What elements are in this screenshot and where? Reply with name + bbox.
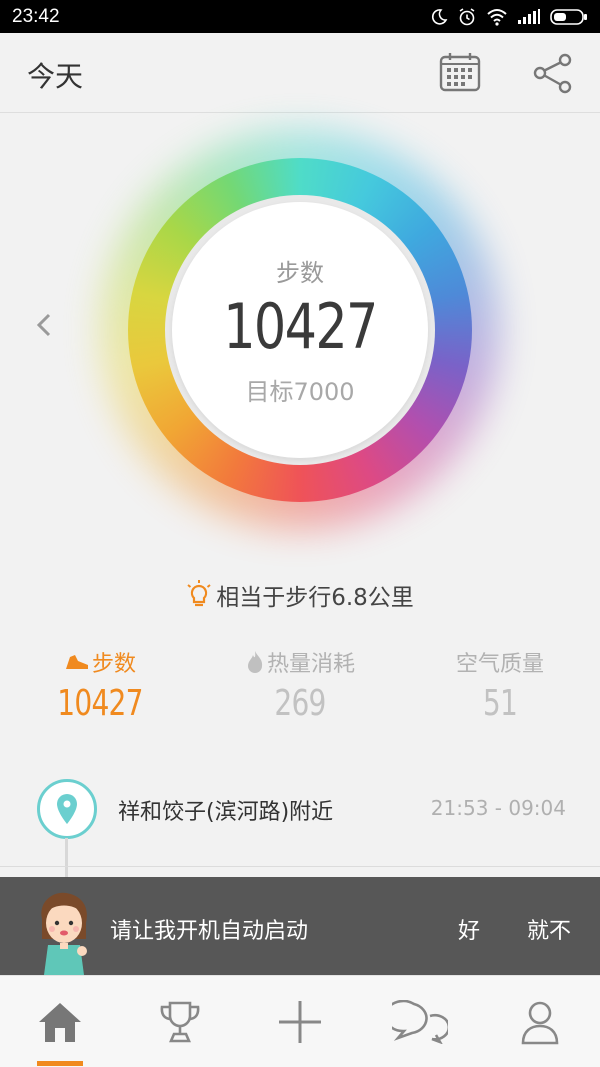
location-marker xyxy=(37,779,97,839)
status-bar: 23:42 xyxy=(0,0,600,33)
divider xyxy=(0,866,600,867)
stat-label: 空气质量 xyxy=(455,652,544,677)
share-button[interactable] xyxy=(531,51,575,95)
timeline-title: 祥和饺子(滨河路)附近 xyxy=(118,800,334,825)
nav-home[interactable] xyxy=(0,976,120,1067)
plus-icon xyxy=(279,1001,321,1043)
prompt-message: 请让我开机自动启动 xyxy=(110,919,309,944)
ring-label: 步数 xyxy=(276,259,324,287)
page-title: 今天 xyxy=(27,60,84,93)
profile-icon xyxy=(521,1001,559,1045)
step-ring: 步数 10427 目标7000 xyxy=(100,130,500,530)
stat-steps[interactable]: 步数 10427 xyxy=(0,645,200,724)
nav-add[interactable] xyxy=(240,976,360,1067)
home-icon xyxy=(39,1003,81,1042)
timeline-item[interactable]: 祥和饺子(滨河路)附近 21:53 - 09:04 xyxy=(0,766,600,852)
flame-icon xyxy=(247,651,263,673)
accept-button[interactable]: 好 xyxy=(458,913,480,945)
stat-calories[interactable]: 热量消耗 269 xyxy=(200,645,400,724)
nav-achievements[interactable] xyxy=(120,976,240,1067)
decline-button[interactable]: 就不 xyxy=(527,913,571,945)
stat-value: 51 xyxy=(482,683,518,724)
bottom-nav xyxy=(0,975,600,1067)
battery-icon xyxy=(550,8,587,25)
autostart-prompt: 请让我开机自动启动 好 就不 xyxy=(0,877,600,975)
stats-row: 步数 10427 热量消耗 269 空气质量 51 xyxy=(0,645,600,735)
stat-label: 步数 xyxy=(91,652,136,677)
stat-value: 269 xyxy=(274,683,326,724)
share-icon xyxy=(533,53,572,94)
wifi-icon xyxy=(487,8,507,26)
active-tab-indicator xyxy=(37,1061,83,1066)
moon-icon xyxy=(431,8,448,25)
equivalence-text: 相当于步行6.8公里 xyxy=(216,585,414,611)
calendar-icon xyxy=(439,53,481,92)
mascot-girl-icon xyxy=(41,892,87,975)
previous-day-button[interactable] xyxy=(34,312,54,338)
distance-equivalence: 相当于步行6.8公里 xyxy=(0,578,600,612)
status-time: 23:42 xyxy=(12,5,60,27)
nav-messages[interactable] xyxy=(360,976,480,1067)
step-count: 10427 xyxy=(223,290,378,363)
app-header: 今天 xyxy=(0,33,600,113)
signal-icon xyxy=(518,8,540,24)
step-goal: 目标7000 xyxy=(245,378,355,406)
trophy-icon xyxy=(160,1001,200,1043)
stat-label: 热量消耗 xyxy=(266,652,355,677)
timeline-time: 21:53 - 09:04 xyxy=(430,796,566,820)
lightbulb-icon xyxy=(187,580,211,607)
stat-air-quality[interactable]: 空气质量 51 xyxy=(400,645,600,724)
nav-profile[interactable] xyxy=(480,976,600,1067)
timeline-connector xyxy=(65,838,68,878)
chevron-left-icon xyxy=(36,313,51,337)
stat-value: 10427 xyxy=(57,683,143,724)
chat-icon xyxy=(392,1000,448,1044)
alarm-icon xyxy=(459,7,475,25)
system-icons xyxy=(430,7,588,27)
calendar-button[interactable] xyxy=(439,51,481,93)
location-pin-icon xyxy=(57,794,77,824)
shoe-icon xyxy=(65,655,88,669)
